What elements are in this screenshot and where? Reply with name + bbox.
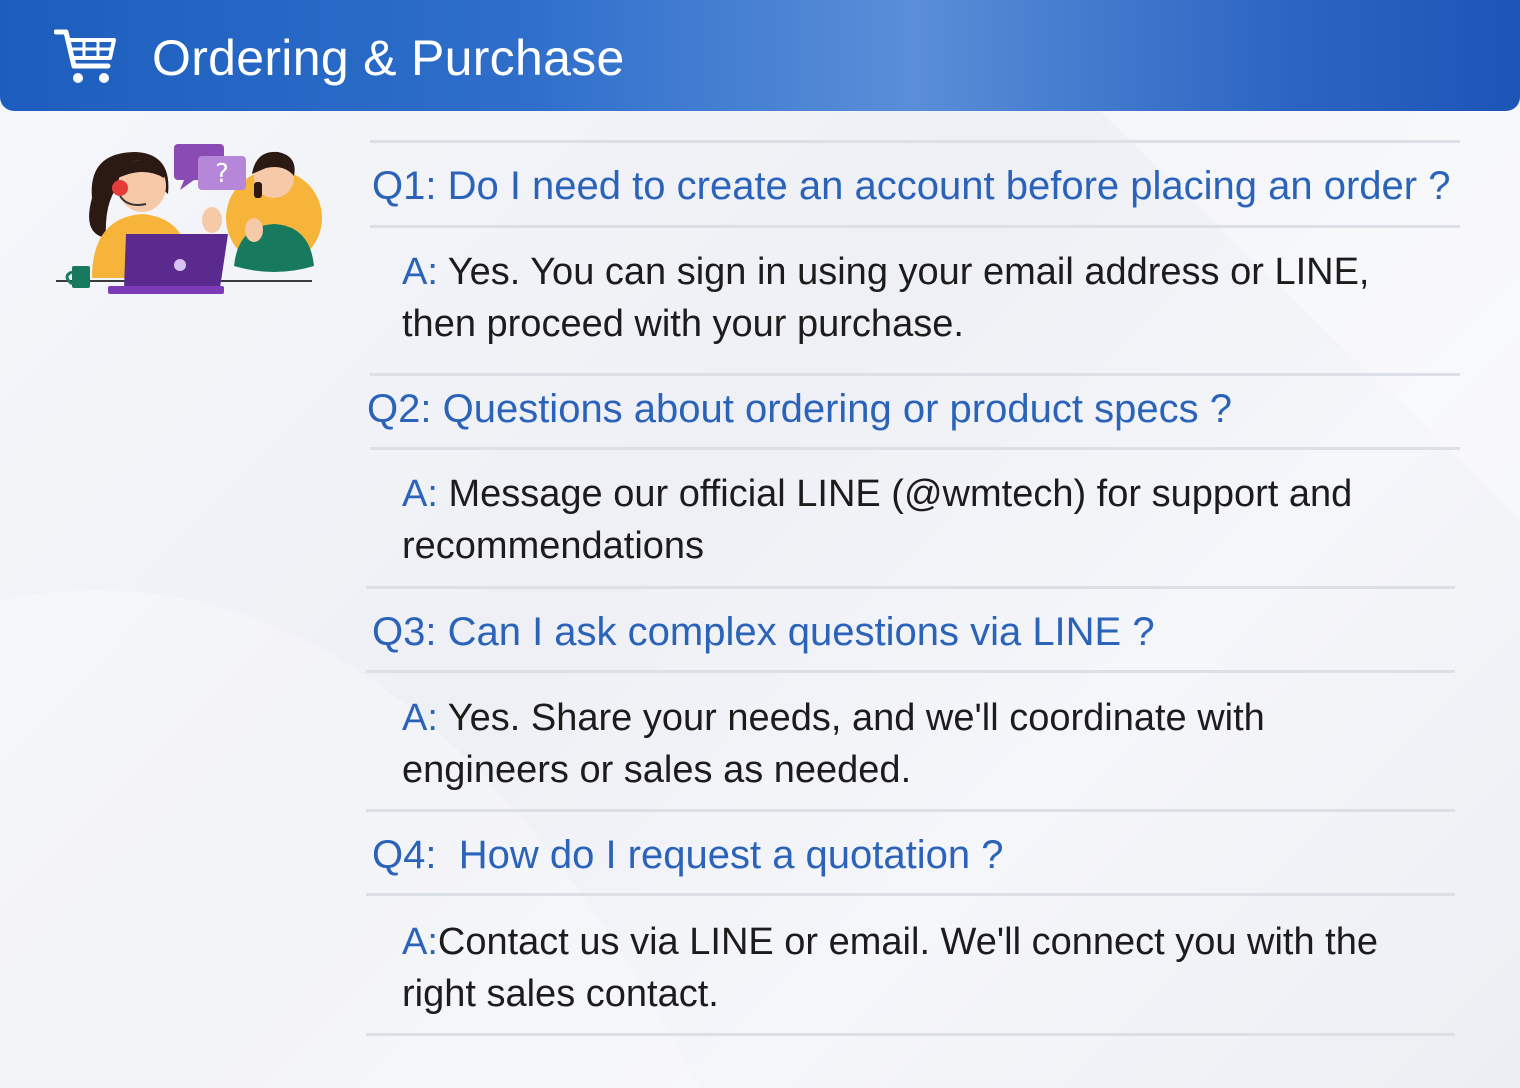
divider [366, 1033, 1455, 1036]
answer-text: Message our official LINE (@wmtech) for … [402, 473, 1353, 567]
faq-question-1[interactable]: Q1: Do I need to create an account befor… [372, 161, 1450, 211]
divider [366, 670, 1455, 673]
answer-label: A: [402, 921, 438, 963]
section-header: Ordering & Purchase [0, 0, 1520, 111]
customer-support-illustration: ? [56, 144, 322, 294]
divider [370, 373, 1460, 376]
faq-question-4[interactable]: Q4: How do I request a quotation ? [372, 830, 1004, 880]
divider [366, 893, 1455, 896]
faq-answer-1: A: Yes. You can sign in using your email… [402, 246, 1422, 350]
answer-text: Yes. You can sign in using your email ad… [402, 251, 1370, 345]
page-title: Ordering & Purchase [152, 30, 625, 86]
answer-label: A: [402, 251, 438, 293]
faq-question-2[interactable]: Q2: Questions about ordering or product … [367, 384, 1232, 434]
divider [370, 140, 1460, 143]
faq-answer-3: A: Yes. Share your needs, and we'll coor… [402, 692, 1422, 796]
faq-answer-4: A:Contact us via LINE or email. We'll co… [402, 916, 1422, 1020]
answer-text: Contact us via LINE or email. We'll conn… [402, 921, 1378, 1015]
question-mark-glyph: ? [215, 159, 229, 189]
answer-label: A: [402, 473, 438, 515]
answer-text: Yes. Share your needs, and we'll coordin… [402, 697, 1265, 791]
divider [366, 586, 1455, 589]
faq-answer-2: A: Message our official LINE (@wmtech) f… [402, 468, 1422, 572]
divider [370, 447, 1460, 450]
answer-label: A: [402, 697, 438, 739]
divider [370, 225, 1460, 228]
divider [366, 809, 1455, 812]
shopping-cart-icon [54, 29, 116, 83]
faq-question-3[interactable]: Q3: Can I ask complex questions via LINE… [372, 607, 1155, 657]
